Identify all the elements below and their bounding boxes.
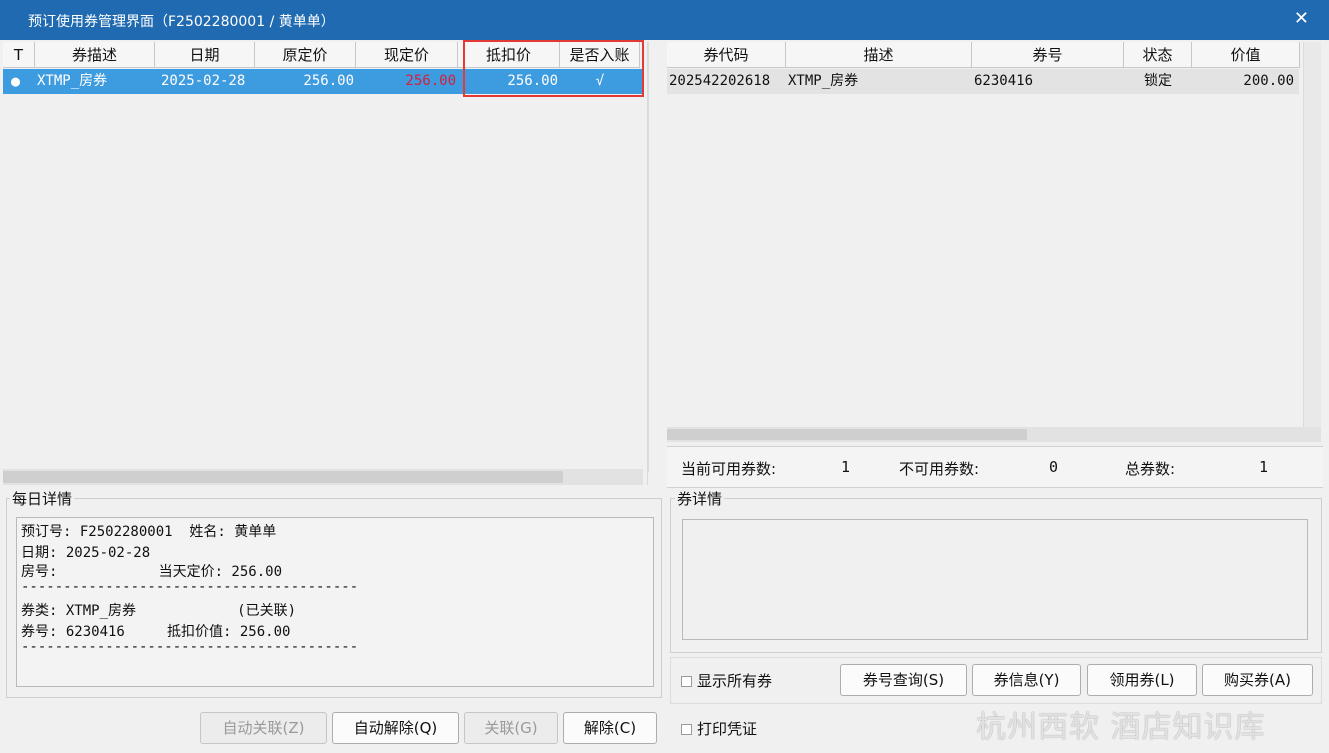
close-icon[interactable]: ✕ [1294, 8, 1309, 29]
coupon-number-query-button[interactable]: 券号查询(S) [840, 664, 967, 696]
unlink-button[interactable]: 解除(C) [563, 712, 657, 744]
cell-code: 202542202618 [669, 73, 771, 89]
cell-posted-check: √ [595, 73, 605, 89]
col-header-deduct-price[interactable]: 抵扣价 [458, 42, 560, 68]
buy-coupon-button[interactable]: 购买券(A) [1202, 664, 1313, 696]
receive-coupon-button[interactable]: 领用券(L) [1087, 664, 1197, 696]
title-bar: 预订使用券管理界面（F2502280001 / 黄单单） ✕ [0, 0, 1329, 40]
window-title: 预订使用券管理界面（F2502280001 / 黄单单） [28, 14, 335, 30]
coupon-info-button[interactable]: 券信息(Y) [972, 664, 1081, 696]
coupon-stats-bar: 当前可用券数: 1 不可用券数: 0 总券数: 1 [667, 446, 1323, 488]
show-all-coupons-checkbox[interactable]: 显示所有券 [681, 670, 772, 691]
detail-line: 券号: 6230416 抵扣价值: 256.00 [21, 624, 291, 640]
table-row[interactable]: ● XTMP_房券 2025-02-28 256.00 256.00 256.0… [3, 69, 643, 94]
detail-divider: ---------------------------------------- [21, 639, 359, 655]
total-count-label: 总券数: [1125, 460, 1176, 478]
col-header-posted[interactable]: 是否入账 [560, 42, 640, 68]
cell-number: 6230416 [974, 73, 1034, 89]
available-count-label: 当前可用券数: [681, 460, 777, 478]
col-header-number[interactable]: 券号 [972, 42, 1124, 68]
scroll-thumb[interactable] [3, 471, 563, 483]
cell-desc: XTMP_房券 [37, 73, 108, 89]
col-header-date[interactable]: 日期 [155, 42, 255, 68]
horizontal-scrollbar[interactable] [667, 427, 1321, 442]
coupon-detail-title: 券详情 [675, 488, 725, 509]
detail-line: 券类: XTMP_房券 (已关联) [21, 603, 297, 619]
col-header-cur-price[interactable]: 现定价 [356, 42, 458, 68]
cell-status: 锁定 [1144, 73, 1172, 89]
auto-unlink-button[interactable]: 自动解除(Q) [332, 712, 459, 744]
detail-line: 预订号: F2502280001 姓名: 黄单单 [21, 524, 277, 540]
cell-deduct-price: 256.00 [507, 73, 558, 89]
scroll-thumb[interactable] [667, 429, 1027, 440]
horizontal-scrollbar[interactable] [3, 469, 643, 485]
unavailable-count-label: 不可用券数: [899, 460, 980, 478]
table-row[interactable]: 202542202618 XTMP_房券 6230416 锁定 200.00 [667, 69, 1299, 94]
detail-line: 房号: 当天定价: 256.00 [21, 564, 283, 580]
col-header-value[interactable]: 价值 [1192, 42, 1300, 68]
detail-divider: ---------------------------------------- [21, 579, 359, 595]
vertical-scrollbar[interactable] [648, 42, 649, 472]
booking-coupon-grid: T 券描述 日期 原定价 现定价 抵扣价 是否入账 ● XTMP_房券 2025… [3, 42, 649, 485]
cell-date: 2025-02-28 [161, 73, 246, 89]
cell-value: 200.00 [1243, 73, 1294, 89]
cell-orig-price: 256.00 [303, 73, 354, 89]
col-header-desc[interactable]: 券描述 [35, 42, 155, 68]
row-indicator-icon: ● [11, 72, 21, 90]
print-voucher-checkbox[interactable]: 打印凭证 [681, 718, 757, 739]
link-button[interactable]: 关联(G) [464, 712, 558, 744]
col-header-coupon-desc[interactable]: 描述 [786, 42, 972, 68]
detail-line: 日期: 2025-02-28 [21, 545, 151, 561]
cell-cur-price: 256.00 [405, 73, 456, 89]
cell-coupon-desc: XTMP_房券 [788, 73, 859, 89]
checkbox-box[interactable] [681, 724, 692, 735]
available-count-value: 1 [841, 458, 851, 476]
print-voucher-label: 打印凭证 [697, 720, 758, 738]
checkbox-box[interactable] [681, 676, 692, 687]
unavailable-count-value: 0 [1049, 458, 1059, 476]
watermark-text: 杭州西软 酒店知识库 [976, 710, 1266, 745]
available-coupon-grid: 券代码 描述 券号 状态 价值 202542202618 XTMP_房券 623… [667, 42, 1323, 442]
coupon-detail-text [682, 519, 1308, 640]
total-count-value: 1 [1259, 458, 1269, 476]
auto-link-button[interactable]: 自动关联(Z) [200, 712, 327, 744]
daily-detail-text: 预订号: F2502280001 姓名: 黄单单 日期: 2025-02-28 … [16, 517, 654, 687]
daily-detail-title: 每日详情 [10, 488, 75, 509]
vertical-scrollbar[interactable] [1303, 42, 1321, 427]
col-header-status[interactable]: 状态 [1124, 42, 1192, 68]
col-header-orig-price[interactable]: 原定价 [255, 42, 356, 68]
show-all-coupons-label: 显示所有券 [697, 672, 773, 690]
col-header-t[interactable]: T [3, 42, 35, 68]
col-header-code[interactable]: 券代码 [667, 42, 786, 68]
